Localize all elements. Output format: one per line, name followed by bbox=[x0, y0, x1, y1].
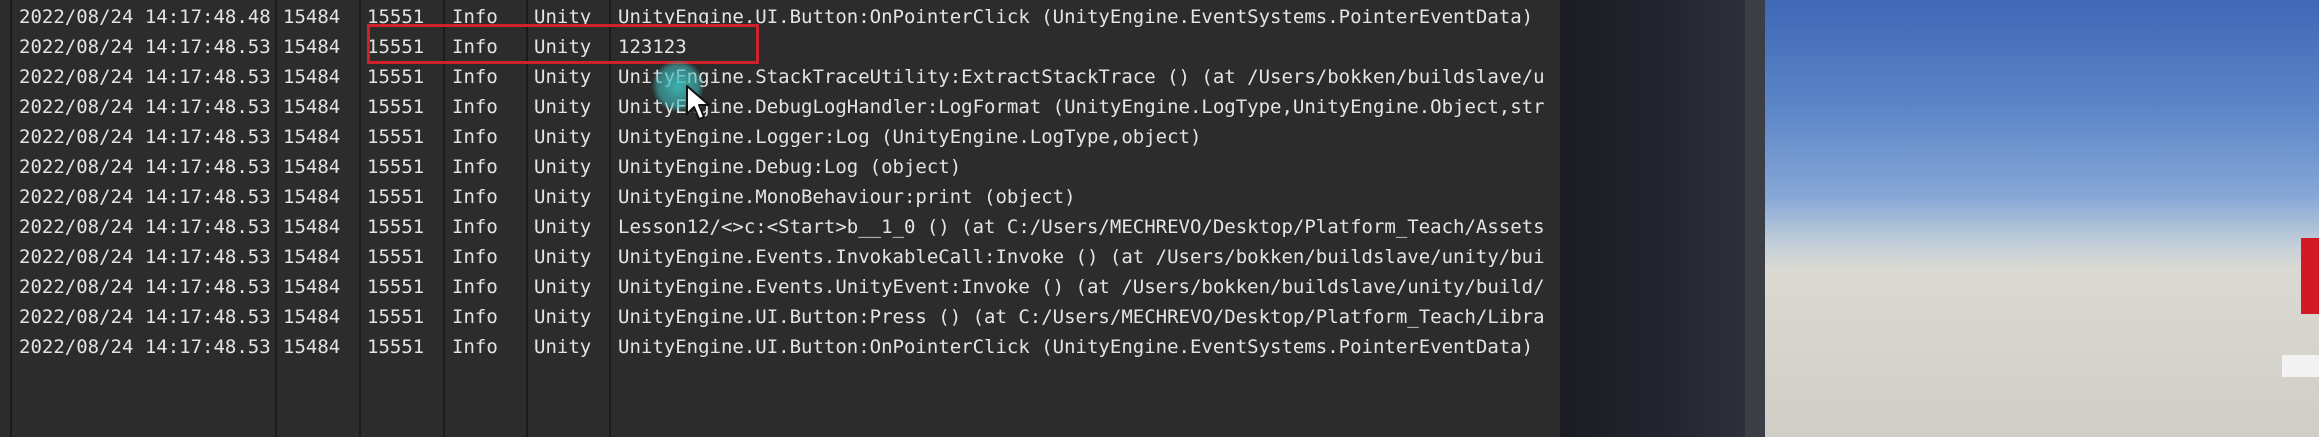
log-message: UnityEngine.Events.InvokableCall:Invoke … bbox=[618, 246, 1545, 268]
log-level: Info bbox=[452, 126, 498, 148]
log-tag: Unity bbox=[534, 126, 592, 148]
log-row[interactable]: 2022/08/24 14:17:48.53 15484 15551 Info Unit… bbox=[0, 152, 1560, 182]
log-tag: Unity bbox=[534, 306, 592, 328]
log-tid: 15551 bbox=[367, 246, 425, 268]
log-message: UnityEngine.Events.UnityEvent:Invoke () … bbox=[618, 276, 1545, 298]
log-pid: 15484 bbox=[283, 156, 341, 178]
log-row[interactable]: 2022/08/24 14:17:48.53 15484 15551 Info Unit… bbox=[0, 212, 1560, 242]
log-date: 2022/08/24 14:17:48.53 bbox=[19, 246, 271, 268]
log-pid: 15484 bbox=[283, 66, 341, 88]
log-message: UnityEngine.UI.Button:OnPointerClick (Un… bbox=[618, 6, 1534, 28]
log-pid: 15484 bbox=[283, 126, 341, 148]
mouse-pointer-icon bbox=[686, 85, 710, 120]
log-row[interactable]: 2022/08/24 14:17:48.53 15484 15551 Info Unit… bbox=[0, 302, 1560, 332]
log-pid: 15484 bbox=[283, 96, 341, 118]
log-date: 2022/08/24 14:17:48.53 bbox=[19, 186, 271, 208]
log-tid: 15551 bbox=[367, 276, 425, 298]
log-row[interactable]: 2022/08/24 14:17:48.53 15484 15551 Info Unit… bbox=[0, 242, 1560, 272]
log-date: 2022/08/24 14:17:48.48 bbox=[19, 6, 271, 28]
log-date: 2022/08/24 14:17:48.53 bbox=[19, 66, 271, 88]
log-level: Info bbox=[452, 96, 498, 118]
log-row[interactable]: 2022/08/24 14:17:48.53 15484 15551 Info Unit… bbox=[0, 272, 1560, 302]
log-message: Lesson12/<>c:<Start>b__1_0 () (at C:/Use… bbox=[618, 216, 1545, 238]
log-message: 123123 bbox=[618, 36, 687, 58]
log-level: Info bbox=[452, 276, 498, 298]
log-date: 2022/08/24 14:17:48.53 bbox=[19, 276, 271, 298]
log-level: Info bbox=[452, 336, 498, 358]
log-tid: 15551 bbox=[367, 336, 425, 358]
log-pid: 15484 bbox=[283, 216, 341, 238]
log-date: 2022/08/24 14:17:48.53 bbox=[19, 156, 271, 178]
log-pid: 15484 bbox=[283, 36, 341, 58]
log-level: Info bbox=[452, 246, 498, 268]
log-date: 2022/08/24 14:17:48.53 bbox=[19, 336, 271, 358]
log-tag: Unity bbox=[534, 96, 592, 118]
log-tag: Unity bbox=[534, 276, 592, 298]
log-pid: 15484 bbox=[283, 276, 341, 298]
log-row[interactable]: 2022/08/24 14:17:48.53 15484 15551 Info Unit… bbox=[0, 62, 1560, 92]
log-row[interactable]: 2022/08/24 14:17:48.53 15484 15551 Info Unit… bbox=[0, 182, 1560, 212]
log-tid: 15551 bbox=[367, 306, 425, 328]
log-message: UnityEngine.Logger:Log (UnityEngine.LogT… bbox=[618, 126, 1202, 148]
log-row[interactable]: 2022/08/24 14:17:48.53 15484 15551 Info Unit… bbox=[0, 332, 1560, 362]
log-tag: Unity bbox=[534, 246, 592, 268]
video-object-edge bbox=[1745, 0, 1765, 437]
log-tid: 15551 bbox=[367, 216, 425, 238]
video-white-element bbox=[2282, 355, 2319, 377]
video-game-screen bbox=[1765, 0, 2319, 437]
log-date: 2022/08/24 14:17:48.53 bbox=[19, 96, 271, 118]
log-date: 2022/08/24 14:17:48.53 bbox=[19, 306, 271, 328]
log-level: Info bbox=[452, 66, 498, 88]
log-date: 2022/08/24 14:17:48.53 bbox=[19, 126, 271, 148]
log-message: UnityEngine.UI.Button:OnPointerClick (Un… bbox=[618, 336, 1534, 358]
log-row[interactable]: 2022/08/24 14:17:48.53 15484 15551 Info Unit… bbox=[0, 32, 1560, 62]
log-tag: Unity bbox=[534, 156, 592, 178]
log-row[interactable]: 2022/08/24 14:17:48.53 15484 15551 Info Unit… bbox=[0, 122, 1560, 152]
log-level: Info bbox=[452, 186, 498, 208]
log-tag: Unity bbox=[534, 216, 592, 238]
video-red-element bbox=[2301, 238, 2319, 314]
log-date: 2022/08/24 14:17:48.53 bbox=[19, 36, 271, 58]
log-pid: 15484 bbox=[283, 246, 341, 268]
log-tid: 15551 bbox=[367, 186, 425, 208]
log-tid: 15551 bbox=[367, 66, 425, 88]
log-pid: 15484 bbox=[283, 6, 341, 28]
log-message: UnityEngine.MonoBehaviour:print (object) bbox=[618, 186, 1076, 208]
log-message: UnityEngine.Debug:Log (object) bbox=[618, 156, 962, 178]
log-level: Info bbox=[452, 216, 498, 238]
log-tag: Unity bbox=[534, 66, 592, 88]
log-tid: 15551 bbox=[367, 126, 425, 148]
log-message: UnityEngine.DebugLogHandler:LogFormat (U… bbox=[618, 96, 1545, 118]
log-tid: 15551 bbox=[367, 156, 425, 178]
log-row[interactable]: 2022/08/24 14:17:48.53 15484 15551 Info Unit… bbox=[0, 92, 1560, 122]
webcam-video-pane bbox=[1560, 0, 2319, 437]
log-tag: Unity bbox=[534, 186, 592, 208]
log-message: UnityEngine.UI.Button:Press () (at C:/Us… bbox=[618, 306, 1545, 328]
video-foreground-object bbox=[1560, 0, 1745, 437]
log-pid: 15484 bbox=[283, 306, 341, 328]
log-row[interactable]: 2022/08/24 14:17:48.48 15484 15551 Info Unit… bbox=[0, 2, 1560, 32]
log-message: UnityEngine.StackTraceUtility:ExtractSta… bbox=[618, 66, 1545, 88]
log-tag: Unity bbox=[534, 336, 592, 358]
logcat-panel: 2022/08/24 14:17:48.48 15484 15551 Info Unit… bbox=[0, 0, 1560, 437]
highlight-box bbox=[367, 24, 759, 64]
log-level: Info bbox=[452, 156, 498, 178]
log-pid: 15484 bbox=[283, 186, 341, 208]
log-level: Info bbox=[452, 306, 498, 328]
log-date: 2022/08/24 14:17:48.53 bbox=[19, 216, 271, 238]
log-tid: 15551 bbox=[367, 96, 425, 118]
log-pid: 15484 bbox=[283, 336, 341, 358]
